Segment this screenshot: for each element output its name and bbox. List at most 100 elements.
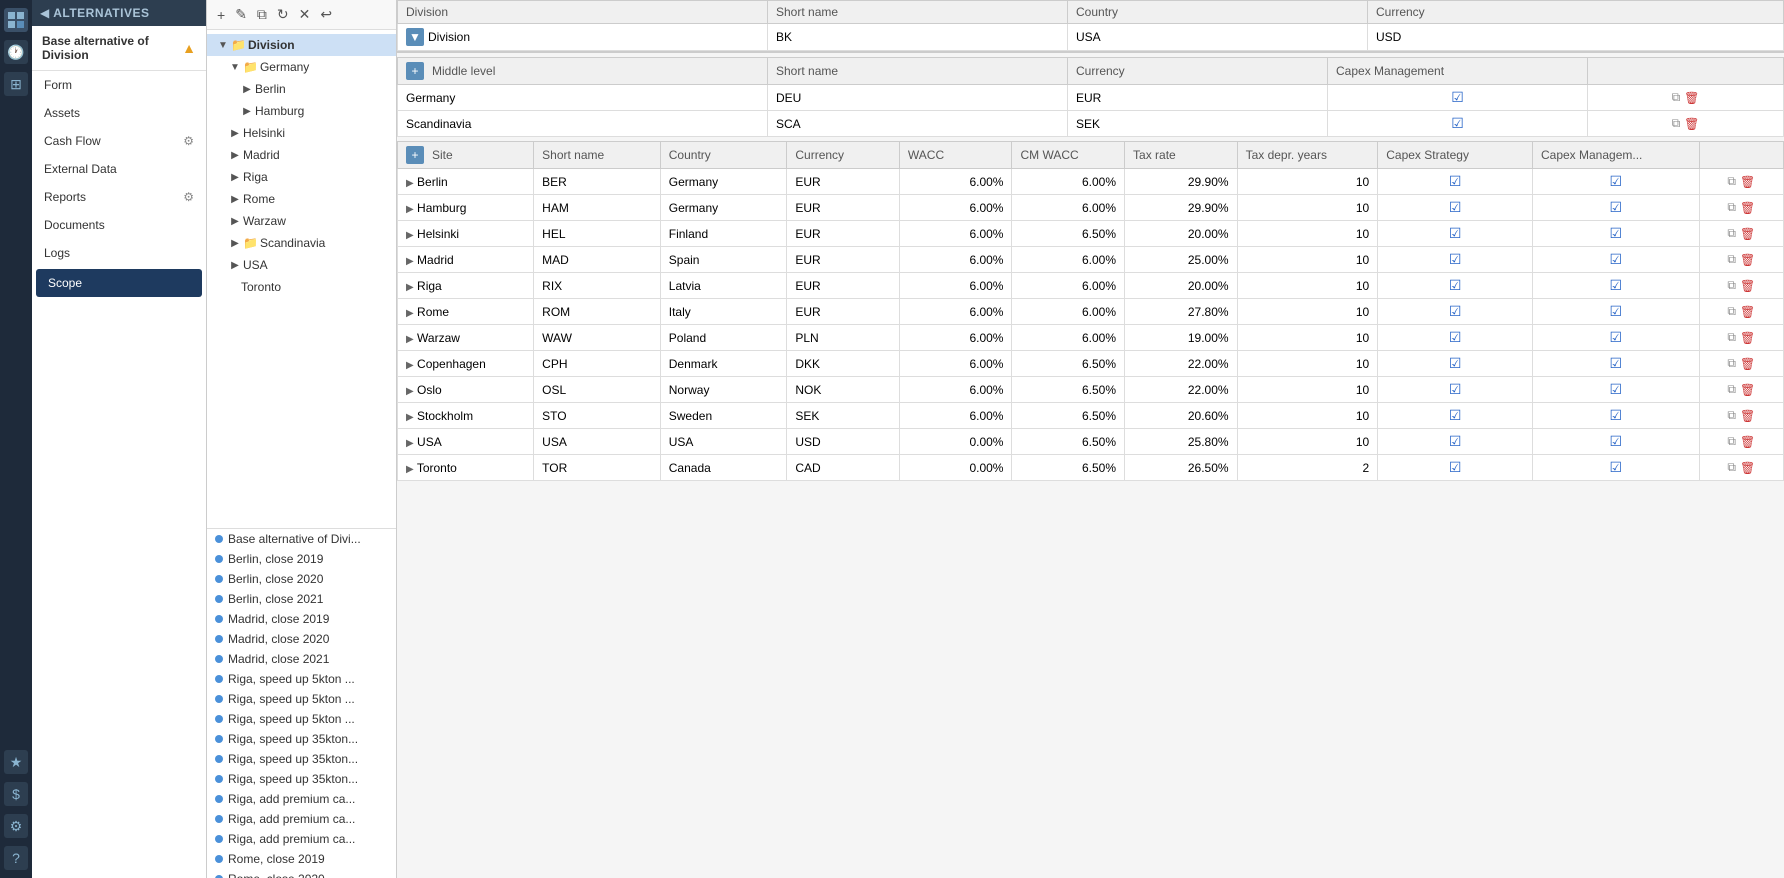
grid-icon[interactable]: ⊞	[4, 72, 28, 96]
tree-node-hamburg[interactable]: ▶ Hamburg	[207, 100, 396, 122]
tree-node-berlin[interactable]: ▶ Berlin	[207, 78, 396, 100]
alt-list-item[interactable]: Riga, speed up 35kton...	[207, 749, 396, 769]
settings-icon[interactable]: ⚙	[4, 814, 28, 838]
copy-row-icon[interactable]: ⧉	[1672, 116, 1681, 131]
site-delete-icon[interactable]: 🗑	[1740, 305, 1755, 319]
capex-mgmt-checkbox[interactable]: ☑	[1609, 407, 1622, 423]
tree-node-warzaw[interactable]: ▶ Warzaw	[207, 210, 396, 232]
clock-icon[interactable]: 🕐	[4, 40, 28, 64]
alt-list-item[interactable]: Base alternative of Divi...	[207, 529, 396, 549]
nav-back-button[interactable]: ◀ ALTERNATIVES	[32, 0, 206, 26]
tree-node-toronto[interactable]: Toronto	[207, 276, 396, 298]
capex-strategy-checkbox[interactable]: ☑	[1449, 381, 1462, 397]
delete-row-icon[interactable]: 🗑	[1684, 117, 1699, 131]
capex-mgmt-checkbox[interactable]: ☑	[1609, 251, 1622, 267]
capex-checkbox[interactable]: ☑	[1451, 89, 1464, 105]
site-copy-icon[interactable]: ⧉	[1727, 434, 1736, 449]
expand-site-button[interactable]: +	[406, 146, 424, 164]
capex-mgmt-checkbox[interactable]: ☑	[1609, 433, 1622, 449]
site-copy-icon[interactable]: ⧉	[1727, 174, 1736, 189]
site-copy-icon[interactable]: ⧉	[1727, 460, 1736, 475]
nav-item-reports[interactable]: Reports ⚙	[32, 183, 206, 211]
capex-mgmt-checkbox[interactable]: ☑	[1609, 329, 1622, 345]
capex-mgmt-checkbox[interactable]: ☑	[1609, 173, 1622, 189]
site-delete-icon[interactable]: 🗑	[1740, 383, 1755, 397]
tree-node-scandinavia[interactable]: ▶ 📁 Scandinavia	[207, 232, 396, 254]
alt-list-item[interactable]: Berlin, close 2020	[207, 569, 396, 589]
edit-button[interactable]: ✎	[231, 4, 251, 25]
nav-item-logs[interactable]: Logs	[32, 239, 206, 267]
tree-node-riga[interactable]: ▶ Riga	[207, 166, 396, 188]
capex-mgmt-checkbox[interactable]: ☑	[1609, 459, 1622, 475]
capex-strategy-checkbox[interactable]: ☑	[1449, 173, 1462, 189]
tree-node-division[interactable]: ▼ 📁 Division	[207, 34, 396, 56]
site-delete-icon[interactable]: 🗑	[1740, 253, 1755, 267]
site-copy-icon[interactable]: ⧉	[1727, 382, 1736, 397]
capex-strategy-checkbox[interactable]: ☑	[1449, 433, 1462, 449]
nav-item-externaldata[interactable]: External Data	[32, 155, 206, 183]
alt-list-item[interactable]: Rome, close 2019	[207, 849, 396, 869]
site-delete-icon[interactable]: 🗑	[1740, 175, 1755, 189]
capex-checkbox[interactable]: ☑	[1451, 115, 1464, 131]
capex-strategy-checkbox[interactable]: ☑	[1449, 303, 1462, 319]
capex-strategy-checkbox[interactable]: ☑	[1449, 459, 1462, 475]
alt-list-item[interactable]: Berlin, close 2019	[207, 549, 396, 569]
site-delete-icon[interactable]: 🗑	[1740, 279, 1755, 293]
capex-strategy-checkbox[interactable]: ☑	[1449, 199, 1462, 215]
alt-list-item[interactable]: Riga, speed up 5kton ...	[207, 689, 396, 709]
capex-mgmt-checkbox[interactable]: ☑	[1609, 277, 1622, 293]
cashflow-gear-icon[interactable]: ⚙	[183, 134, 194, 148]
delete-row-icon[interactable]: 🗑	[1684, 91, 1699, 105]
alt-list-item[interactable]: Madrid, close 2020	[207, 629, 396, 649]
capex-mgmt-checkbox[interactable]: ☑	[1609, 199, 1622, 215]
site-copy-icon[interactable]: ⧉	[1727, 226, 1736, 241]
nav-item-scope[interactable]: Scope	[36, 269, 202, 297]
tree-node-helsinki[interactable]: ▶ Helsinki	[207, 122, 396, 144]
add-button[interactable]: +	[213, 5, 229, 25]
site-delete-icon[interactable]: 🗑	[1740, 357, 1755, 371]
site-copy-icon[interactable]: ⧉	[1727, 304, 1736, 319]
alt-list-item[interactable]: Riga, add premium ca...	[207, 789, 396, 809]
site-delete-icon[interactable]: 🗑	[1740, 201, 1755, 215]
capex-strategy-checkbox[interactable]: ☑	[1449, 225, 1462, 241]
site-delete-icon[interactable]: 🗑	[1740, 331, 1755, 345]
alt-list-item[interactable]: Riga, speed up 35kton...	[207, 769, 396, 789]
copy-row-icon[interactable]: ⧉	[1672, 90, 1681, 105]
scrollable-main[interactable]: Division Short name Country Currency ▼ D…	[397, 0, 1784, 878]
alt-list-item[interactable]: Riga, speed up 5kton ...	[207, 709, 396, 729]
capex-mgmt-checkbox[interactable]: ☑	[1609, 355, 1622, 371]
nav-item-cashflow[interactable]: Cash Flow ⚙	[32, 127, 206, 155]
tree-node-rome[interactable]: ▶ Rome	[207, 188, 396, 210]
alt-list-item[interactable]: Madrid, close 2019	[207, 609, 396, 629]
site-copy-icon[interactable]: ⧉	[1727, 278, 1736, 293]
capex-strategy-checkbox[interactable]: ☑	[1449, 407, 1462, 423]
tree-node-germany[interactable]: ▼ 📁 Germany	[207, 56, 396, 78]
capex-strategy-checkbox[interactable]: ☑	[1449, 355, 1462, 371]
refresh-button[interactable]: ↻	[273, 4, 293, 25]
alt-list-item[interactable]: Riga, add premium ca...	[207, 829, 396, 849]
alt-list-item[interactable]: Rome, close 2020	[207, 869, 396, 878]
alt-list-item[interactable]: Riga, speed up 5kton ...	[207, 669, 396, 689]
expand-middle-button[interactable]: +	[406, 62, 424, 80]
site-delete-icon[interactable]: 🗑	[1740, 461, 1755, 475]
copy-button[interactable]: ⧉	[253, 4, 271, 25]
site-delete-icon[interactable]: 🗑	[1740, 435, 1755, 449]
capex-strategy-checkbox[interactable]: ☑	[1449, 329, 1462, 345]
coins-icon[interactable]: $	[4, 782, 28, 806]
star-icon[interactable]: ★	[4, 750, 28, 774]
alt-list-item[interactable]: Berlin, close 2021	[207, 589, 396, 609]
site-copy-icon[interactable]: ⧉	[1727, 200, 1736, 215]
nav-item-form[interactable]: Form	[32, 71, 206, 99]
reports-gear-icon[interactable]: ⚙	[183, 190, 194, 204]
capex-mgmt-checkbox[interactable]: ☑	[1609, 303, 1622, 319]
expand-division-button[interactable]: ▼	[406, 28, 424, 46]
alt-list-item[interactable]: Riga, speed up 35kton...	[207, 729, 396, 749]
help-icon[interactable]: ?	[4, 846, 28, 870]
nav-item-assets[interactable]: Assets	[32, 99, 206, 127]
site-copy-icon[interactable]: ⧉	[1727, 330, 1736, 345]
alt-list-item[interactable]: Riga, add premium ca...	[207, 809, 396, 829]
capex-mgmt-checkbox[interactable]: ☑	[1609, 381, 1622, 397]
tree-node-usa[interactable]: ▶ USA	[207, 254, 396, 276]
alt-list-item[interactable]: Madrid, close 2021	[207, 649, 396, 669]
capex-strategy-checkbox[interactable]: ☑	[1449, 251, 1462, 267]
